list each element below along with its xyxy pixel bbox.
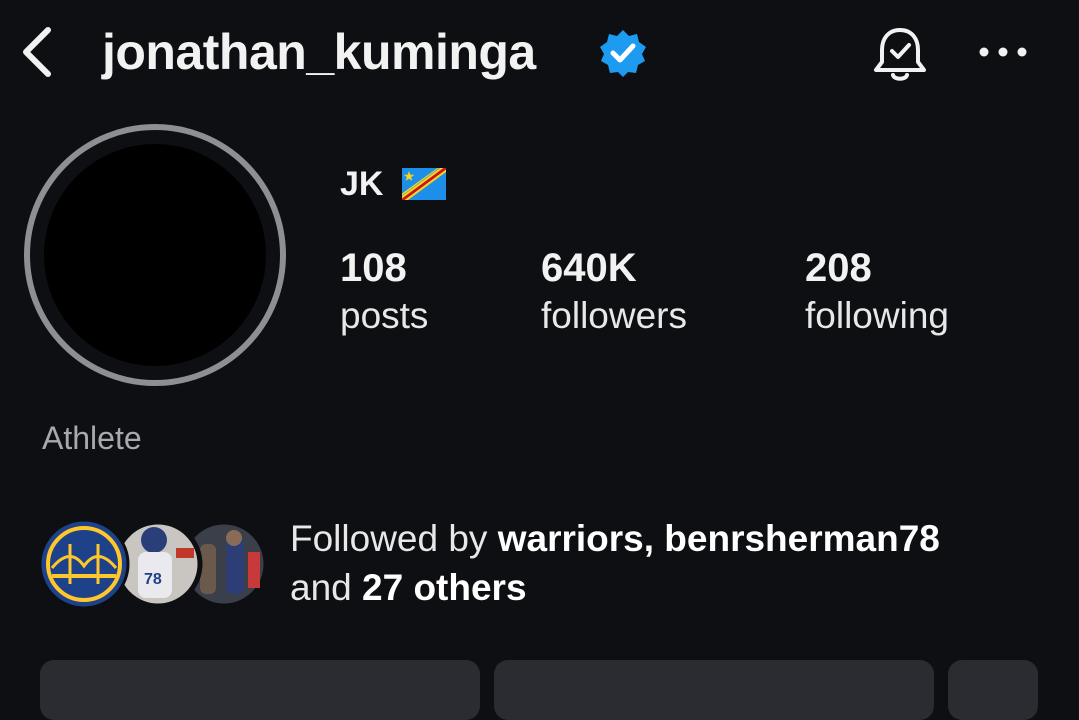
stat-followers-label: followers	[541, 295, 687, 336]
profile-category: Athlete	[42, 420, 142, 456]
followed-by-prefix: Followed by	[290, 518, 498, 559]
warriors-logo-icon	[38, 518, 130, 610]
mutual-user-benrsherman78[interactable]: benrsherman78	[664, 518, 940, 559]
action-button-3[interactable]	[948, 660, 1038, 720]
followed-by-and: and	[290, 567, 363, 608]
notifications-button[interactable]	[866, 20, 934, 88]
mutual-followers-avatars[interactable]: 78	[38, 518, 278, 610]
more-horizontal-icon	[979, 47, 1027, 57]
stat-posts-label: posts	[340, 295, 429, 336]
profile-header: jonathan_kuminga	[0, 0, 1079, 110]
action-button-2[interactable]	[494, 660, 934, 720]
stat-posts[interactable]: 108 posts	[340, 244, 428, 340]
mutual-separator: ,	[643, 518, 665, 559]
svg-text:78: 78	[144, 571, 162, 588]
more-options-button[interactable]	[975, 34, 1031, 70]
stat-following[interactable]: 208 following	[805, 244, 949, 340]
profile-display-name: JK	[340, 165, 384, 203]
back-button[interactable]	[14, 22, 66, 82]
verified-badge-icon	[600, 30, 646, 77]
stat-following-label: following	[805, 295, 949, 336]
flag-dr-congo-icon	[402, 168, 446, 200]
stat-followers-count: 640K	[541, 246, 637, 290]
stat-posts-count: 108	[340, 246, 407, 290]
stat-following-count: 208	[805, 246, 872, 290]
mutual-others-count[interactable]: 27 others	[362, 567, 527, 608]
stat-followers[interactable]: 640K followers	[541, 244, 687, 340]
profile-username: jonathan_kuminga	[102, 24, 536, 80]
chevron-left-icon	[23, 27, 51, 77]
action-button-1[interactable]	[40, 660, 480, 720]
profile-avatar[interactable]	[44, 144, 266, 366]
followed-by-text[interactable]: Followed by warriors, benrsherman78 and 2…	[290, 514, 1050, 612]
bell-check-icon	[874, 28, 926, 81]
mutual-user-warriors[interactable]: warriors	[498, 518, 644, 559]
